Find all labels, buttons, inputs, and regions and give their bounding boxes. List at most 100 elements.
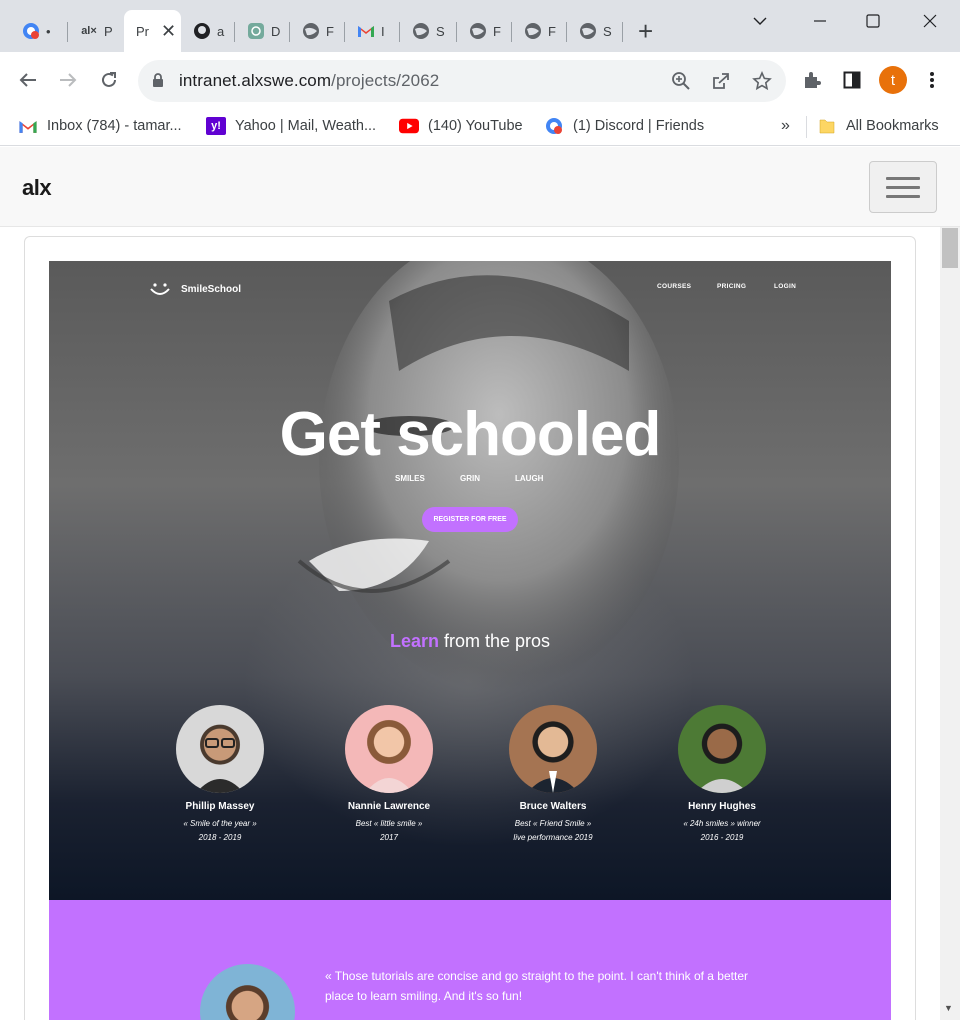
alx-logo[interactable]: alx <box>22 175 52 201</box>
tab-title: • <box>46 23 51 39</box>
bookmark-yahoo[interactable]: y! Yahoo | Mail, Weath... <box>206 114 376 138</box>
globe-icon <box>302 22 320 40</box>
scrollbar[interactable] <box>940 227 960 1020</box>
hero-section: SmileSchool COURSES PRICING LOGIN Get sc… <box>49 261 891 900</box>
project-mockup-image: SmileSchool COURSES PRICING LOGIN Get sc… <box>49 261 891 1020</box>
bookmarks-bar: Inbox (784) - tamar... y! Yahoo | Mail, … <box>0 108 960 146</box>
folder-icon <box>817 117 837 135</box>
avatar <box>678 705 766 793</box>
testimonial-quote: « Those tutorials are concise and go str… <box>325 969 748 1003</box>
extensions-icon[interactable] <box>798 66 826 94</box>
forward-icon[interactable] <box>54 66 82 94</box>
site-navbar: alx <box>0 147 960 227</box>
all-bookmarks-label: All Bookmarks <box>846 118 939 134</box>
profile-avatar[interactable]: t <box>879 66 907 94</box>
minimize-icon[interactable] <box>800 8 840 34</box>
close-tab-icon[interactable]: ✕ <box>161 21 176 42</box>
avatar <box>345 705 433 793</box>
person-name: Phillip Massey <box>185 801 255 812</box>
discord-icon <box>544 117 564 135</box>
hero-title: Get schooled <box>279 400 662 469</box>
person-card: Phillip Massey « Smile of the year » 2018… <box>140 705 300 845</box>
avatar <box>509 705 597 793</box>
person-award: Best « Friend Smile » live performance 20… <box>513 819 593 842</box>
lock-icon[interactable] <box>152 73 164 93</box>
person-name: Henry Hughes <box>688 801 756 812</box>
globe-icon <box>579 22 597 40</box>
tab-github[interactable]: a <box>181 10 235 52</box>
bookmarks-divider <box>806 116 807 138</box>
back-icon[interactable] <box>14 66 42 94</box>
smile-logo-icon <box>149 281 171 297</box>
github-icon <box>193 22 211 40</box>
testimonial-section: « Those tutorials are concise and go str… <box>49 900 891 1020</box>
tab-title: S <box>603 23 612 39</box>
nav-pricing[interactable]: PRICING <box>717 283 746 290</box>
bookmark-gmail[interactable]: Inbox (784) - tamar... <box>18 114 182 138</box>
new-tab-icon[interactable]: + <box>638 18 653 44</box>
bookmark-label: Inbox (784) - tamar... <box>47 118 182 134</box>
tab-gmail[interactable]: I <box>345 10 400 52</box>
globe-icon <box>469 22 487 40</box>
web-page: alx ▼ SmileSchool COURSES PRICING LOGIN … <box>0 147 960 1020</box>
youtube-icon <box>399 117 419 135</box>
tab-title: I <box>381 23 385 39</box>
nav-courses[interactable]: COURSES <box>657 283 691 290</box>
tab-globe-2[interactable]: S <box>400 10 457 52</box>
person-award: « Smile of the year » 2018 - 2019 <box>183 819 257 842</box>
bookmark-youtube[interactable]: (140) YouTube <box>399 114 523 138</box>
gmail-icon <box>357 22 375 40</box>
smileschool-logo[interactable]: SmileSchool <box>149 281 241 297</box>
tab-globe-4[interactable]: F <box>512 10 567 52</box>
share-icon[interactable] <box>710 70 732 92</box>
tab-search-icon[interactable] <box>740 8 780 34</box>
browser-toolbar: intranet.alxswe.com/projects/2062 t <box>0 52 960 108</box>
avatar <box>176 705 264 793</box>
reload-icon[interactable] <box>95 66 123 94</box>
tab-title: D <box>271 23 281 39</box>
person-name: Bruce Walters <box>519 801 587 812</box>
yahoo-icon: y! <box>206 117 226 135</box>
tab-title: a <box>217 23 225 39</box>
tab-alx-active[interactable]: Pr ✕ <box>124 10 181 52</box>
tab-globe-5[interactable]: S <box>567 10 623 52</box>
window-close-icon[interactable] <box>910 8 950 34</box>
tab-title: P <box>104 23 113 39</box>
side-panel-icon[interactable] <box>838 66 866 94</box>
bookmark-label: (1) Discord | Friends <box>573 118 705 134</box>
discord-icon <box>22 22 40 40</box>
person-award: « 24h smiles » winner 2016 - 2019 <box>683 819 761 842</box>
hamburger-menu-button[interactable] <box>869 161 937 213</box>
maximize-icon[interactable] <box>853 8 893 34</box>
bookmark-star-icon[interactable] <box>751 70 773 92</box>
address-bar[interactable]: intranet.alxswe.com/projects/2062 <box>138 60 786 102</box>
tab-chatgpt[interactable]: D <box>235 10 290 52</box>
tab-strip: • al× P Pr ✕ a D F I S F F S + <box>0 0 960 52</box>
menu-kebab-icon[interactable] <box>918 66 946 94</box>
gmail-icon <box>18 117 38 135</box>
testimonial-avatar <box>200 964 295 1020</box>
person-name: Nannie Lawrence <box>347 801 431 812</box>
scrollbar-thumb[interactable] <box>942 228 958 268</box>
person-award: Best « little smile » 2017 <box>355 819 423 842</box>
globe-icon <box>412 22 430 40</box>
alx-icon: al× <box>81 25 97 37</box>
register-button[interactable]: REGISTER FOR FREE <box>422 507 518 532</box>
tab-globe-1[interactable]: F <box>290 10 345 52</box>
tag-smiles: SMILES <box>395 474 425 483</box>
tab-title: F <box>326 23 334 39</box>
url-text[interactable]: intranet.alxswe.com/projects/2062 <box>179 71 439 91</box>
bookmark-label: Yahoo | Mail, Weath... <box>235 118 377 134</box>
nav-login[interactable]: LOGIN <box>774 283 796 290</box>
tab-discord[interactable]: • <box>10 10 68 52</box>
tab-title: Pr <box>136 23 149 39</box>
all-bookmarks-button[interactable]: All Bookmarks <box>817 114 939 138</box>
bookmarks-overflow-button[interactable]: » <box>781 114 790 138</box>
tab-alx-1[interactable]: al× P <box>68 10 124 52</box>
zoom-icon[interactable] <box>670 70 692 92</box>
bookmark-discord[interactable]: (1) Discord | Friends <box>544 114 704 138</box>
tab-globe-3[interactable]: F <box>457 10 512 52</box>
scroll-down-arrow-icon[interactable]: ▼ <box>944 1003 953 1013</box>
tab-title: F <box>493 23 501 39</box>
bookmark-label: (140) YouTube <box>428 118 523 134</box>
